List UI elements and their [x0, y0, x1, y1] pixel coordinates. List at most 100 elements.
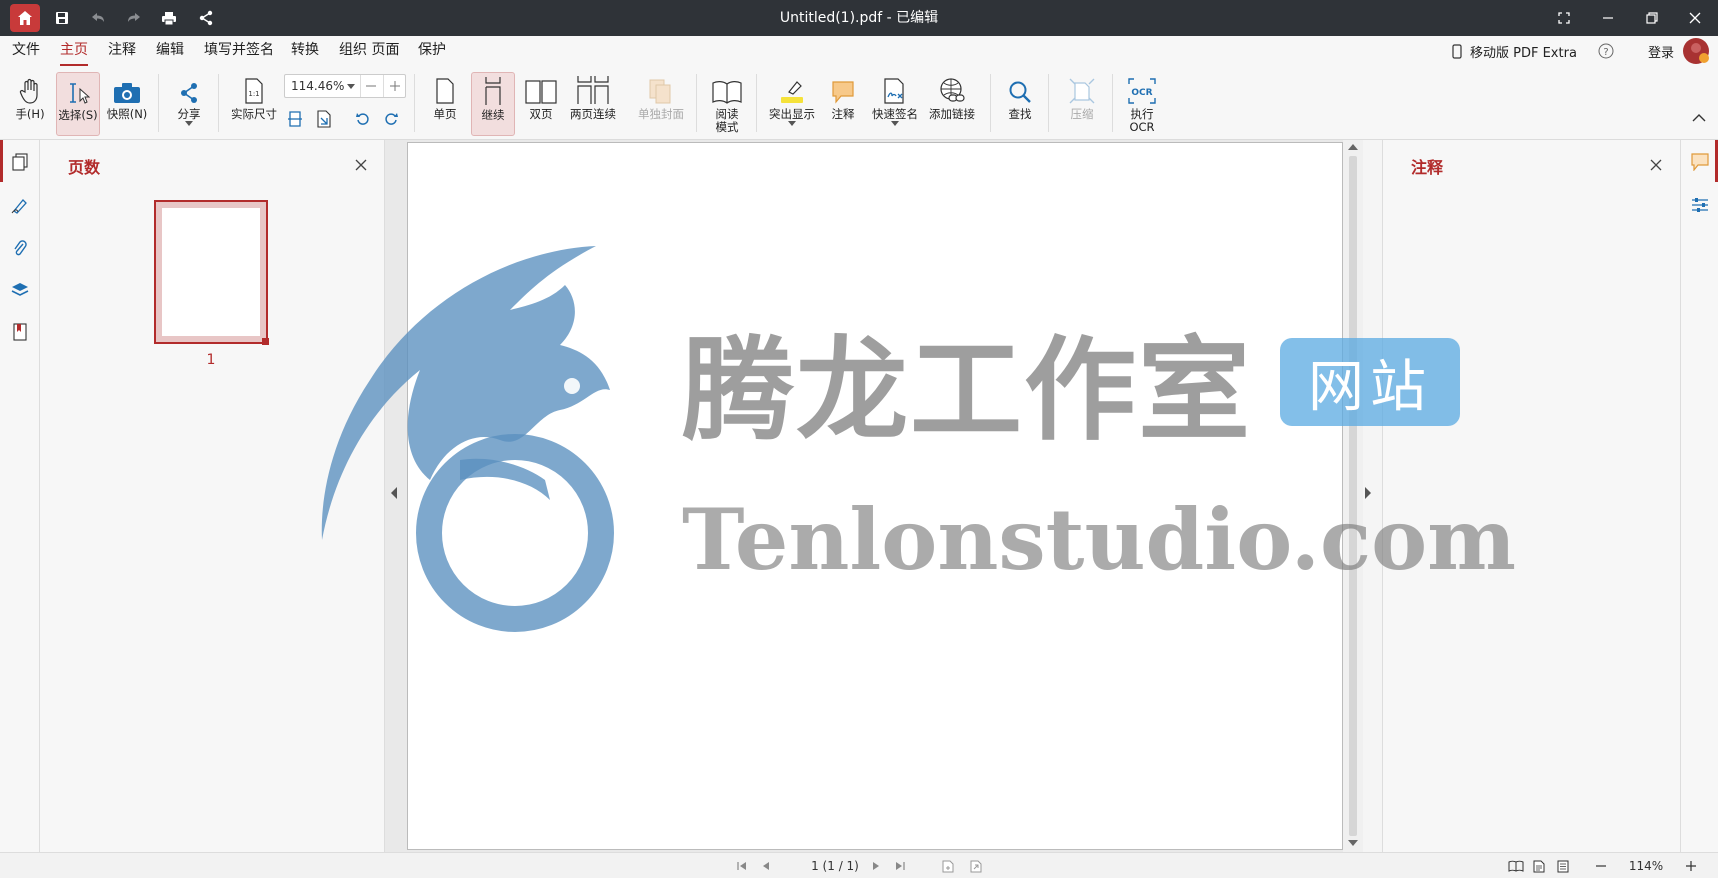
- help-button[interactable]: ?: [1598, 36, 1614, 66]
- bookmarks-panel-button[interactable]: [10, 322, 30, 342]
- collapse-ribbon-button[interactable]: [1692, 112, 1706, 122]
- menu-edit[interactable]: 编辑: [156, 36, 184, 66]
- scroll-up-icon[interactable]: [1348, 144, 1358, 150]
- scrollbar-thumb[interactable]: [1349, 156, 1357, 836]
- close-annotations-panel-button[interactable]: [1647, 156, 1665, 174]
- read-mode-label-2: 模式: [715, 120, 739, 134]
- link-icon: [940, 78, 965, 102]
- fit-width-button[interactable]: [287, 110, 303, 128]
- two-page-button[interactable]: 双页: [522, 72, 560, 136]
- login-button[interactable]: 登录: [1648, 36, 1674, 66]
- last-page-button[interactable]: [892, 853, 908, 878]
- avatar[interactable]: [1682, 36, 1710, 66]
- collapse-left-panel-icon[interactable]: [389, 485, 399, 501]
- close-icon: [1650, 159, 1662, 171]
- print-button[interactable]: [157, 0, 181, 36]
- add-link-button[interactable]: 添加链接: [928, 72, 976, 136]
- status-zoom-in-button[interactable]: [1682, 853, 1700, 878]
- signature-panel-button[interactable]: [10, 195, 30, 215]
- pdf-page[interactable]: [407, 142, 1343, 850]
- menu-bar: 文件 主页 注释 编辑 填写并签名 转换 组织 页面 保护 移动版 PDF Ex…: [0, 36, 1718, 66]
- close-icon: [1689, 12, 1701, 24]
- scroll-down-icon[interactable]: [1348, 840, 1358, 846]
- annotations-strip-button[interactable]: [1690, 152, 1710, 172]
- home-button[interactable]: [10, 4, 40, 32]
- two-page-continuous-icon: [577, 76, 609, 104]
- menu-fill-sign[interactable]: 填写并签名: [204, 36, 274, 66]
- continuous-button[interactable]: 继续: [471, 72, 515, 136]
- page-indicator[interactable]: 1 (1 / 1): [790, 853, 880, 878]
- collapse-right-panel-icon[interactable]: [1363, 485, 1373, 501]
- share-title-button[interactable]: [194, 0, 218, 36]
- single-cover-button[interactable]: 单独封面: [636, 72, 686, 136]
- first-page-button[interactable]: [734, 853, 750, 878]
- page-thumbnail[interactable]: [154, 200, 269, 345]
- document-viewport[interactable]: [385, 140, 1363, 852]
- actual-size-button[interactable]: 1:1 实际尺寸: [228, 72, 280, 136]
- compress-button[interactable]: 压缩: [1064, 72, 1100, 136]
- snapshot-label: 快照(N): [106, 107, 148, 121]
- attachments-panel-button[interactable]: [10, 238, 30, 258]
- ocr-label-1: 执行: [1130, 107, 1154, 121]
- layers-panel-button[interactable]: [10, 280, 30, 300]
- save-button[interactable]: [50, 0, 74, 36]
- chevron-down-icon[interactable]: [347, 84, 355, 89]
- book-icon: [712, 81, 742, 104]
- hand-tool-button[interactable]: 手(H): [12, 72, 48, 136]
- insert-page-button[interactable]: [940, 853, 956, 878]
- share-button[interactable]: 分享: [172, 72, 206, 136]
- find-button[interactable]: 查找: [1002, 72, 1038, 136]
- zoom-in-icon[interactable]: [389, 80, 401, 92]
- pages-panel-button[interactable]: [10, 152, 30, 172]
- menu-annotate[interactable]: 注释: [108, 36, 136, 66]
- menu-home[interactable]: 主页: [60, 36, 88, 66]
- view-single-button[interactable]: [1530, 853, 1548, 878]
- zoom-out-icon[interactable]: [365, 80, 377, 92]
- menu-protect[interactable]: 保护: [418, 36, 446, 66]
- pages-panel: 页数 1: [40, 140, 385, 852]
- two-page-continuous-button[interactable]: 两页连续: [568, 72, 618, 136]
- status-zoom-value[interactable]: 114%: [1618, 853, 1674, 878]
- next-page-icon: [873, 862, 879, 870]
- read-mode-button[interactable]: 阅读 模式: [708, 72, 746, 136]
- fullscreen-button[interactable]: [1552, 0, 1576, 36]
- close-window-button[interactable]: [1683, 0, 1707, 36]
- plus-icon: [1686, 861, 1696, 871]
- rotate-right-button[interactable]: [384, 112, 398, 126]
- filter-settings-button[interactable]: [1690, 195, 1710, 215]
- snapshot-button[interactable]: 快照(N): [106, 72, 148, 136]
- status-zoom-out-button[interactable]: [1592, 853, 1610, 878]
- view-continuous-button[interactable]: [1554, 853, 1572, 878]
- right-sidebar-strip: [1680, 140, 1718, 852]
- first-page-icon: [737, 862, 746, 870]
- menu-organize-pages[interactable]: 组织 页面: [339, 36, 399, 66]
- menu-file[interactable]: 文件: [12, 36, 40, 66]
- mobile-pdf-extra-link[interactable]: 移动版 PDF Extra: [1452, 36, 1577, 66]
- next-page-button[interactable]: [868, 853, 884, 878]
- insert-page-icon: [942, 860, 954, 872]
- zoom-input[interactable]: 114.46%: [284, 74, 406, 98]
- comment-button[interactable]: 注释: [824, 72, 862, 136]
- view-book-button[interactable]: [1506, 853, 1526, 878]
- prev-page-icon: [763, 862, 769, 870]
- select-tool-button[interactable]: 选择(S): [56, 72, 100, 136]
- highlight-button[interactable]: 突出显示: [768, 72, 816, 136]
- title-bar: Untitled(1).pdf - 已编辑: [0, 0, 1718, 36]
- vertical-scrollbar[interactable]: [1343, 140, 1363, 852]
- menu-convert[interactable]: 转换: [291, 36, 319, 66]
- window-title: Untitled(1).pdf - 已编辑: [779, 10, 939, 26]
- single-page-button[interactable]: 单页: [428, 72, 462, 136]
- prev-page-button[interactable]: [758, 853, 774, 878]
- rotate-left-button[interactable]: [356, 112, 370, 126]
- fit-width-icon: [288, 111, 302, 127]
- minimize-button[interactable]: [1596, 0, 1620, 36]
- close-pages-panel-button[interactable]: [352, 156, 370, 174]
- quick-sign-button[interactable]: 快速签名: [870, 72, 920, 136]
- redo-button[interactable]: [122, 0, 146, 36]
- undo-button[interactable]: [86, 0, 110, 36]
- restore-button[interactable]: [1640, 0, 1664, 36]
- ocr-button[interactable]: OCR 执行 OCR: [1124, 72, 1160, 136]
- export-page-button[interactable]: [968, 853, 984, 878]
- phone-icon: [1452, 43, 1462, 59]
- fit-page-button[interactable]: [316, 110, 332, 128]
